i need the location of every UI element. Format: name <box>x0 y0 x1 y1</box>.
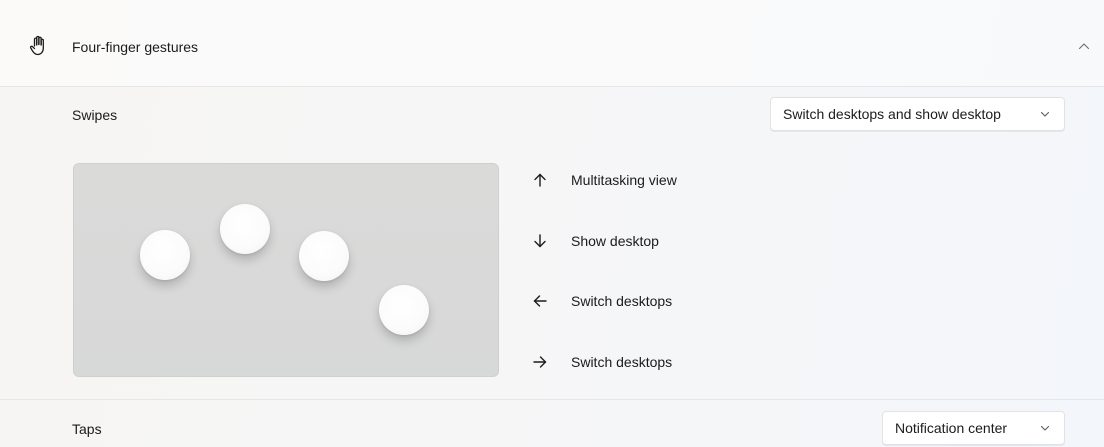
finger-dot <box>379 285 429 335</box>
gesture-label: Multitasking view <box>571 172 677 188</box>
gesture-label: Switch desktops <box>571 293 673 309</box>
finger-dot <box>140 230 190 280</box>
arrow-down-icon <box>534 234 546 248</box>
divider <box>0 399 1104 400</box>
gesture-illustration <box>73 163 499 377</box>
chevron-up-icon[interactable] <box>1078 42 1090 50</box>
gesture-item-swipe-up: Multitasking view <box>532 170 677 190</box>
finger-dot <box>299 231 349 281</box>
swipes-dropdown-value: Switch desktops and show desktop <box>783 106 1001 122</box>
swipes-dropdown[interactable]: Switch desktops and show desktop <box>770 97 1065 131</box>
gesture-item-swipe-right: Switch desktops <box>532 352 672 372</box>
gesture-label: Show desktop <box>571 233 659 249</box>
chevron-down-icon <box>1040 425 1050 431</box>
gesture-item-swipe-down: Show desktop <box>532 231 659 251</box>
arrow-right-icon <box>533 356 547 368</box>
taps-label: Taps <box>72 421 102 437</box>
gesture-label: Switch desktops <box>571 354 673 370</box>
section-title: Four-finger gestures <box>72 39 199 55</box>
chevron-down-icon <box>1040 111 1050 117</box>
four-finger-gestures-header[interactable]: Four-finger gestures <box>0 0 1104 87</box>
hand-gesture-icon <box>29 35 44 56</box>
finger-dot <box>220 204 270 254</box>
arrow-left-icon <box>533 295 547 307</box>
taps-dropdown[interactable]: Notification center <box>882 411 1065 445</box>
gesture-item-swipe-left: Switch desktops <box>532 291 672 311</box>
swipes-label: Swipes <box>72 107 118 123</box>
arrow-up-icon <box>534 173 546 187</box>
taps-dropdown-value: Notification center <box>895 420 1008 436</box>
